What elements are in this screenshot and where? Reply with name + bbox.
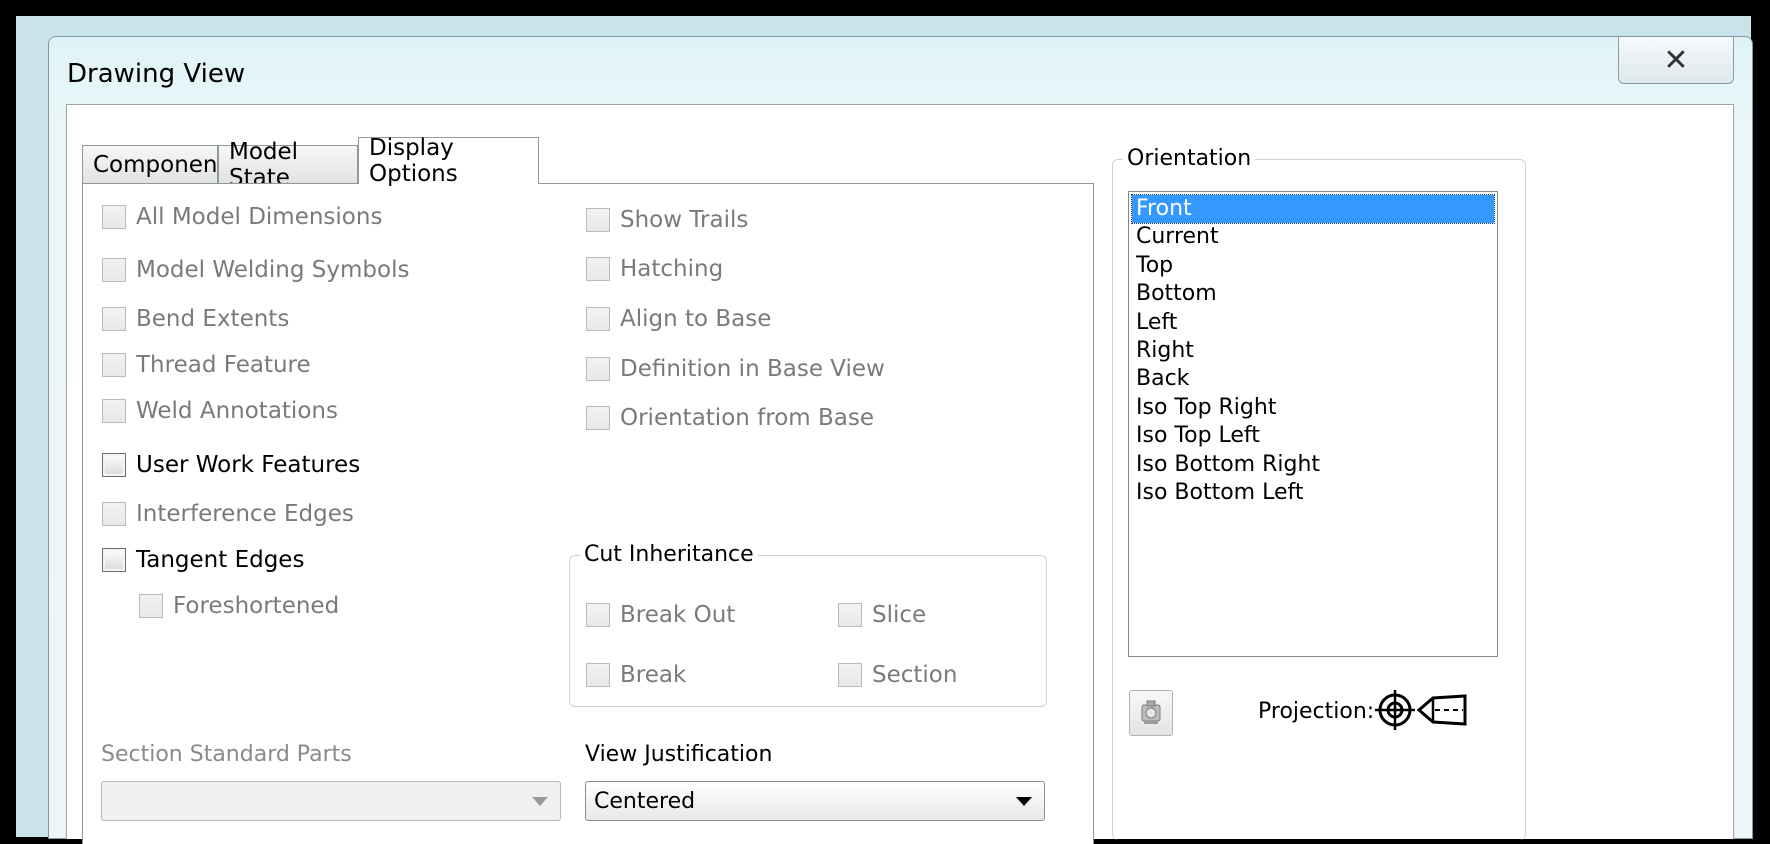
checkbox-box[interactable] bbox=[102, 548, 126, 572]
checkbox-box[interactable] bbox=[102, 205, 126, 229]
checkbox-label: Tangent Edges bbox=[136, 547, 305, 573]
checkbox-model-welding-symbols[interactable]: Model Welding Symbols bbox=[102, 257, 409, 283]
list-item[interactable]: Iso Bottom Left bbox=[1132, 479, 1494, 507]
checkbox-thread-feature[interactable]: Thread Feature bbox=[102, 352, 311, 378]
dialog-title: Drawing View bbox=[67, 59, 246, 89]
checkbox-label: Model Welding Symbols bbox=[136, 257, 410, 283]
list-item[interactable]: Left bbox=[1132, 309, 1494, 337]
cut-inheritance-legend: Cut Inheritance bbox=[580, 542, 758, 567]
checkbox-label: Align to Base bbox=[620, 306, 772, 332]
checkbox-break[interactable]: Break bbox=[586, 662, 686, 688]
checkbox-box[interactable] bbox=[586, 663, 610, 687]
checkbox-box[interactable] bbox=[586, 307, 610, 331]
close-icon: ✕ bbox=[1663, 42, 1689, 78]
checkbox-align-to-base[interactable]: Align to Base bbox=[586, 306, 771, 332]
checkbox-label: Slice bbox=[872, 602, 927, 628]
checkbox-label: Break bbox=[620, 662, 687, 688]
orientation-group: Orientation Front Current Top Bottom Lef… bbox=[1112, 146, 1526, 840]
checkbox-box[interactable] bbox=[102, 502, 126, 526]
checkbox-foreshortened[interactable]: Foreshortened bbox=[139, 593, 339, 619]
projection-label: Projection: bbox=[1258, 699, 1375, 724]
cut-inheritance-group: Cut Inheritance Break Out Slice Break Se… bbox=[569, 542, 1047, 707]
section-standard-parts-dropdown[interactable] bbox=[101, 781, 561, 821]
close-button[interactable]: ✕ bbox=[1618, 37, 1734, 84]
checkbox-label: Orientation from Base bbox=[620, 405, 874, 431]
checkbox-label: Hatching bbox=[620, 256, 724, 282]
checkbox-box[interactable] bbox=[102, 258, 126, 282]
checkbox-label: Section bbox=[872, 662, 958, 688]
section-standard-parts-label: Section Standard Parts bbox=[101, 742, 352, 767]
checkbox-all-model-dimensions[interactable]: All Model Dimensions bbox=[102, 204, 382, 230]
list-item[interactable]: Right bbox=[1132, 337, 1494, 365]
checkbox-interference-edges[interactable]: Interference Edges bbox=[102, 501, 354, 527]
list-item[interactable]: Iso Top Right bbox=[1132, 394, 1494, 422]
orientation-listbox[interactable]: Front Current Top Bottom Left Right Back… bbox=[1128, 191, 1498, 657]
checkbox-label: Show Trails bbox=[620, 207, 749, 233]
list-item[interactable]: Front bbox=[1131, 193, 1495, 225]
checkbox-break-out[interactable]: Break Out bbox=[586, 602, 735, 628]
checkbox-hatching[interactable]: Hatching bbox=[586, 256, 723, 282]
checkbox-box[interactable] bbox=[838, 663, 862, 687]
checkbox-orientation-from-base[interactable]: Orientation from Base bbox=[586, 405, 874, 431]
first-angle-projection-icon[interactable] bbox=[1375, 688, 1471, 732]
checkbox-label: Interference Edges bbox=[136, 501, 354, 527]
checkbox-show-trails[interactable]: Show Trails bbox=[586, 207, 748, 233]
tab-label: Component bbox=[93, 151, 227, 178]
list-item[interactable]: Bottom bbox=[1132, 280, 1494, 308]
checkbox-label: Bend Extents bbox=[136, 306, 290, 332]
checkbox-box[interactable] bbox=[586, 257, 610, 281]
checkbox-label: Definition in Base View bbox=[620, 356, 885, 382]
checkbox-label: Foreshortened bbox=[173, 593, 340, 619]
checkbox-bend-extents[interactable]: Bend Extents bbox=[102, 306, 289, 332]
checkbox-weld-annotations[interactable]: Weld Annotations bbox=[102, 398, 338, 424]
checkbox-box[interactable] bbox=[838, 603, 862, 627]
tab-label: Display Options bbox=[369, 135, 458, 187]
chevron-down-icon bbox=[1016, 797, 1032, 806]
checkbox-box[interactable] bbox=[102, 307, 126, 331]
dialog-client-area: Component Model State Display Options Al… bbox=[66, 104, 1734, 844]
view-justification-dropdown[interactable]: Centered bbox=[585, 781, 1045, 821]
checkbox-box[interactable] bbox=[139, 594, 163, 618]
checkbox-slice[interactable]: Slice bbox=[838, 602, 926, 628]
checkbox-label: Weld Annotations bbox=[136, 398, 338, 424]
tab-display-options[interactable]: Display Options bbox=[358, 135, 539, 187]
display-options-panel: All Model Dimensions Model Welding Symbo… bbox=[82, 183, 1094, 844]
checkbox-tangent-edges[interactable]: Tangent Edges bbox=[102, 547, 304, 573]
checkbox-box[interactable] bbox=[102, 453, 126, 477]
view-justification-label: View Justification bbox=[585, 742, 773, 767]
tab-model-state[interactable]: Model State bbox=[218, 139, 358, 191]
checkbox-section[interactable]: Section bbox=[838, 662, 957, 688]
checkbox-box[interactable] bbox=[586, 208, 610, 232]
camera-icon bbox=[1141, 700, 1161, 724]
list-item[interactable]: Top bbox=[1132, 252, 1494, 280]
checkbox-box[interactable] bbox=[102, 353, 126, 377]
orientation-legend: Orientation bbox=[1123, 146, 1256, 171]
checkbox-box[interactable] bbox=[586, 603, 610, 627]
screen-frame: Drawing View ✕ Component Model State Dis… bbox=[16, 16, 1753, 844]
checkbox-box[interactable] bbox=[586, 357, 610, 381]
checkbox-box[interactable] bbox=[102, 399, 126, 423]
checkbox-label: Thread Feature bbox=[136, 352, 311, 378]
checkbox-definition-in-base-view[interactable]: Definition in Base View bbox=[586, 356, 885, 382]
list-item[interactable]: Iso Top Left bbox=[1132, 422, 1494, 450]
checkbox-box[interactable] bbox=[586, 406, 610, 430]
list-item[interactable]: Current bbox=[1132, 223, 1494, 251]
custom-view-button[interactable] bbox=[1129, 690, 1173, 736]
checkbox-user-work-features[interactable]: User Work Features bbox=[102, 452, 360, 478]
tab-component[interactable]: Component bbox=[82, 145, 227, 183]
checkbox-label: User Work Features bbox=[136, 452, 361, 478]
list-item[interactable]: Iso Bottom Right bbox=[1132, 451, 1494, 479]
chevron-down-icon bbox=[532, 797, 548, 806]
checkbox-label: All Model Dimensions bbox=[136, 204, 383, 230]
drawing-view-dialog: Drawing View ✕ Component Model State Dis… bbox=[48, 36, 1753, 844]
dropdown-value: Centered bbox=[594, 788, 696, 814]
checkbox-label: Break Out bbox=[620, 602, 736, 628]
list-item[interactable]: Back bbox=[1132, 365, 1494, 393]
